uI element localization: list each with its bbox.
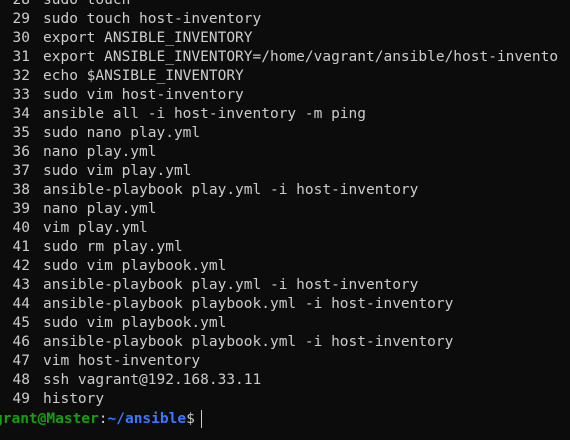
history-line-number: 41	[12, 239, 30, 255]
history-command: sudo vim playbook.yml	[43, 315, 227, 331]
history-command: nano play.yml	[43, 201, 157, 217]
history-command: vim play.yml	[43, 220, 148, 236]
history-command: echo $ANSIBLE_INVENTORY	[43, 68, 244, 84]
history-line: 36 nano play.yml	[0, 143, 570, 162]
history-line-number: 35	[12, 125, 30, 141]
history-command: export ANSIBLE_INVENTORY=/home/vagrant/a…	[43, 49, 559, 65]
history-line: 47 vim host-inventory	[0, 352, 570, 371]
history-line: 45 sudo vim playbook.yml	[0, 314, 570, 333]
history-command: ansible-playbook play.yml -i host-invent…	[43, 277, 419, 293]
history-line-number: 31	[12, 49, 30, 65]
terminal-window[interactable]: 28 sudo touch 29 sudo touch host-inventory…	[0, 0, 570, 440]
prompt-path: ~/ansible	[107, 411, 187, 427]
history-line-number: 36	[12, 144, 30, 160]
shell-prompt[interactable]: grant@Master:~/ansible$	[0, 408, 202, 430]
prompt-symbol: $	[186, 411, 195, 427]
history-command: history	[43, 391, 105, 407]
history-line: 48 ssh vagrant@192.168.33.11	[0, 371, 570, 390]
history-line: 39 nano play.yml	[0, 200, 570, 219]
history-line: 32 echo $ANSIBLE_INVENTORY	[0, 67, 570, 86]
history-line: 49 history	[0, 390, 570, 409]
history-line: 34 ansible all -i host-inventory -m ping	[0, 105, 570, 124]
history-line: 28 sudo touch	[0, 0, 570, 10]
history-command: sudo touch host-inventory	[43, 11, 262, 27]
history-line-number: 38	[12, 182, 30, 198]
history-command: ansible all -i host-inventory -m ping	[43, 106, 367, 122]
history-output: 28 sudo touch 29 sudo touch host-inventory…	[0, 0, 570, 409]
history-line-number: 28	[12, 0, 30, 8]
history-line-number: 40	[12, 220, 30, 236]
history-line-number: 29	[12, 11, 30, 27]
history-command: sudo vim playbook.yml	[43, 258, 227, 274]
history-command: sudo touch	[43, 0, 131, 8]
history-line-number: 42	[12, 258, 30, 274]
history-line: 29 sudo touch host-inventory	[0, 10, 570, 29]
history-line-number: 33	[12, 87, 30, 103]
history-command: ssh vagrant@192.168.33.11	[43, 372, 262, 388]
history-line: 43 ansible-playbook play.yml -i host-inve…	[0, 276, 570, 295]
history-line: 35 sudo nano play.yml	[0, 124, 570, 143]
history-line-number: 44	[12, 296, 30, 312]
history-line-number: 49	[12, 391, 30, 407]
history-line: 41 sudo rm play.yml	[0, 238, 570, 257]
history-command: export ANSIBLE_INVENTORY	[43, 30, 253, 46]
history-line-number: 46	[12, 334, 30, 350]
history-line: 40 vim play.yml	[0, 219, 570, 238]
prompt-separator: :	[98, 411, 108, 427]
history-command: sudo vim play.yml	[43, 163, 192, 179]
history-line: 44 ansible-playbook playbook.yml -i host-…	[0, 295, 570, 314]
history-line: 42 sudo vim playbook.yml	[0, 257, 570, 276]
history-line: 37 sudo vim play.yml	[0, 162, 570, 181]
history-line: 38 ansible-playbook play.yml -i host-inve…	[0, 181, 570, 200]
history-line-number: 34	[12, 106, 30, 122]
history-command: sudo nano play.yml	[43, 125, 201, 141]
history-command: ansible-playbook playbook.yml -i host-in…	[43, 334, 454, 350]
history-line-number: 48	[12, 372, 30, 388]
history-line-number: 30	[12, 30, 30, 46]
history-line: 30 export ANSIBLE_INVENTORY	[0, 29, 570, 48]
history-line-number: 45	[12, 315, 30, 331]
prompt-user-host: grant@Master	[0, 411, 99, 427]
history-line: 46 ansible-playbook playbook.yml -i host-…	[0, 333, 570, 352]
history-line-number: 47	[12, 353, 30, 369]
history-command: ansible-playbook playbook.yml -i host-in…	[43, 296, 454, 312]
history-command: sudo rm play.yml	[43, 239, 183, 255]
history-line: 33 sudo vim host-inventory	[0, 86, 570, 105]
history-line-number: 32	[12, 68, 30, 84]
history-line-number: 37	[12, 163, 30, 179]
history-line: 31 export ANSIBLE_INVENTORY=/home/vagrant…	[0, 48, 570, 67]
history-command: nano play.yml	[43, 144, 157, 160]
history-command: ansible-playbook play.yml -i host-invent…	[43, 182, 419, 198]
text-cursor[interactable]	[200, 410, 202, 428]
history-line-number: 43	[12, 277, 30, 293]
history-command: sudo vim host-inventory	[43, 87, 244, 103]
history-command: vim host-inventory	[43, 353, 201, 369]
history-line-number: 39	[12, 201, 30, 217]
